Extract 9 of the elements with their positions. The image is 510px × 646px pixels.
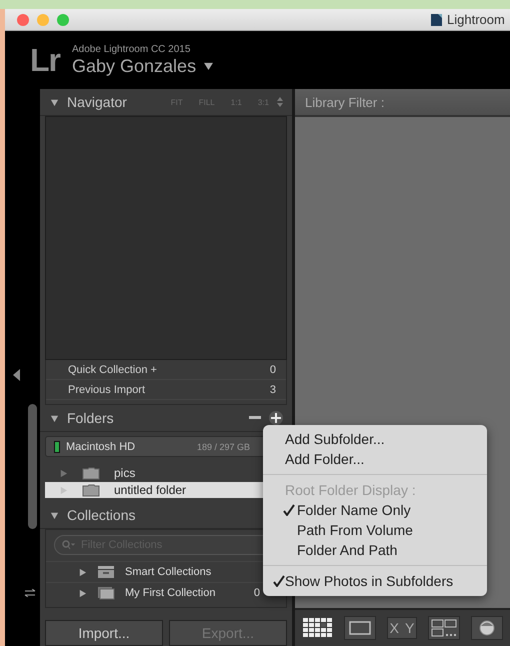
menu-heading: Root Folder Display : (284, 481, 417, 500)
product-name: Adobe Lightroom CC 2015 (72, 44, 192, 54)
item-count: 3 (270, 384, 276, 396)
app-logo: Lr (30, 42, 60, 78)
library-filter-label: Library Filter : (305, 94, 384, 110)
window-title: Lightroom (447, 12, 505, 27)
item-count: 0 (270, 364, 276, 376)
volume-usage: 189 / 297 GB (196, 442, 250, 452)
item-count: 0 (254, 587, 260, 599)
